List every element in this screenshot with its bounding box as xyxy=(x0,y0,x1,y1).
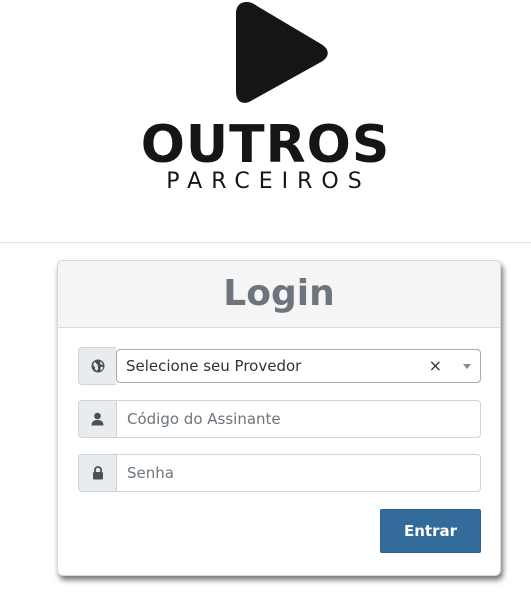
globe-icon xyxy=(91,359,104,373)
login-title: Login xyxy=(223,273,335,314)
provider-select-value: Selecione seu Provedor xyxy=(126,357,302,375)
subscriber-addon xyxy=(78,400,116,438)
provider-addon xyxy=(78,347,116,385)
provider-select-row: Selecione seu Provedor × xyxy=(78,347,481,385)
divider xyxy=(0,242,531,243)
brand-logo: OUTROS PARCEIROS xyxy=(0,0,531,242)
provider-select[interactable]: Selecione seu Provedor × xyxy=(116,349,481,383)
clear-icon[interactable]: × xyxy=(429,350,442,382)
login-card: Login Selecione seu Provedor × Código do… xyxy=(57,260,501,576)
subscriber-code-input[interactable] xyxy=(116,400,481,438)
password-row xyxy=(78,454,481,492)
lock-icon xyxy=(92,466,103,480)
chevron-down-icon[interactable] xyxy=(463,364,471,369)
login-card-header: Login xyxy=(58,261,500,328)
brand-subtitle: PARCEIROS xyxy=(166,169,371,194)
password-addon xyxy=(78,454,116,492)
submit-button[interactable]: Entrar xyxy=(380,509,481,553)
user-icon xyxy=(91,412,104,426)
subscriber-code-row xyxy=(78,400,481,438)
play-icon xyxy=(236,2,328,103)
password-input[interactable] xyxy=(116,454,481,492)
